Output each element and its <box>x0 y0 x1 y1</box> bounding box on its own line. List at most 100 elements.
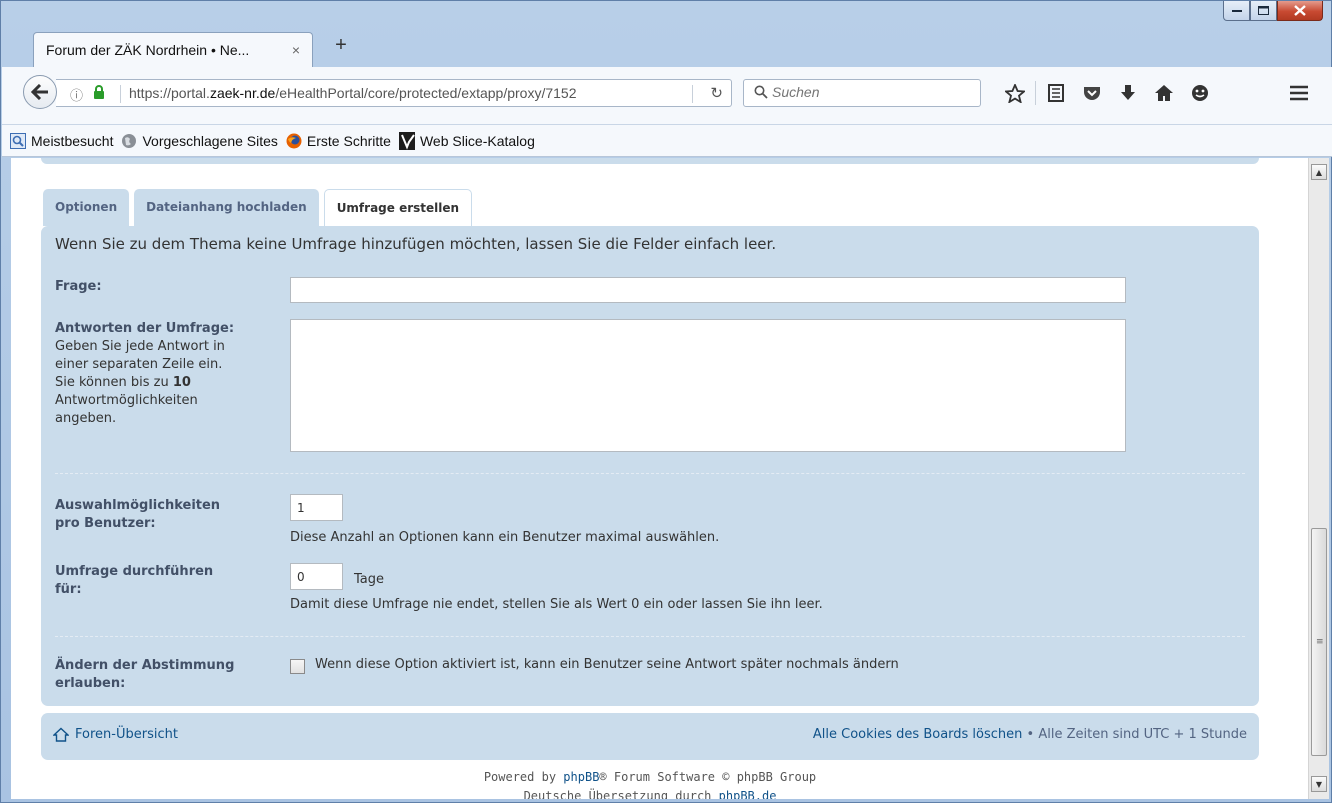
change-vote-checkbox[interactable] <box>290 659 305 674</box>
pocket-icon[interactable] <box>1074 81 1110 105</box>
board-index-link[interactable]: Foren-Übersicht <box>53 727 178 742</box>
globe-icon <box>121 133 137 149</box>
toolbar-icons <box>997 81 1218 105</box>
answers-desc-line: Geben Sie jede Antwort in <box>55 339 225 354</box>
phpbb-link[interactable]: phpBB <box>563 770 599 784</box>
posting-tabs: Optionen Dateianhang hochladen Umfrage e… <box>43 189 473 227</box>
new-tab-button[interactable]: + <box>331 35 351 55</box>
footer-separator: • <box>1022 727 1039 742</box>
browser-tab[interactable]: Forum der ZÄK Nordrhein • Ne... × <box>33 32 313 68</box>
search-bar[interactable] <box>743 79 981 107</box>
bookmark-label: Vorgeschlagene Sites <box>142 132 278 149</box>
bookmarks-menu-icon[interactable] <box>1038 81 1074 105</box>
close-icon <box>1294 5 1306 16</box>
home-icon[interactable] <box>1146 81 1182 105</box>
max-options-hint: Diese Anzahl an Optionen kann ein Benutz… <box>290 530 720 545</box>
url-text[interactable]: https://portal.zaek-nr.de/eHealthPortal/… <box>129 85 577 101</box>
close-window-button[interactable] <box>1277 1 1323 21</box>
change-vote-text: Wenn diese Option aktiviert ist, kann ei… <box>315 657 899 672</box>
page-content: Optionen Dateianhang hochladen Umfrage e… <box>11 158 1309 799</box>
change-vote-label: Ändern der Abstimmung erlauben: <box>55 657 234 693</box>
vertical-scrollbar[interactable]: ▲ ≡ ▼ <box>1308 158 1329 799</box>
tab-create-poll[interactable]: Umfrage erstellen <box>323 189 473 227</box>
bookmark-label: Meistbesucht <box>31 132 114 149</box>
info-icon[interactable]: ⓘ <box>70 85 83 104</box>
change-vote-label-line: erlauben: <box>55 676 126 691</box>
duration-unit: Tage <box>354 572 385 587</box>
poll-intro: Wenn Sie zu dem Thema keine Umfrage hinz… <box>55 235 777 253</box>
question-label: Frage: <box>55 279 102 294</box>
separator-line <box>55 473 1245 474</box>
tab-attachments[interactable]: Dateianhang hochladen <box>134 189 319 226</box>
duration-label: Umfrage durchführen für: <box>55 563 213 599</box>
search-icon <box>754 85 768 103</box>
answers-label-block: Antworten der Umfrage: Geben Sie jede An… <box>55 320 285 428</box>
toolbar-separator <box>1035 81 1036 105</box>
duration-label-line: Umfrage durchführen <box>55 564 214 579</box>
max-options-input[interactable] <box>290 494 343 521</box>
delete-cookies-link[interactable]: Alle Cookies des Boards löschen <box>813 727 1023 742</box>
powered-by-line: Powered by phpBB® Forum Software © phpBB… <box>11 768 1289 787</box>
board-index-label: Foren-Übersicht <box>75 727 178 742</box>
maximize-icon <box>1258 6 1269 15</box>
web-slice-icon <box>398 131 415 150</box>
max-options-label: Auswahlmöglichkeiten pro Benutzer: <box>55 497 220 533</box>
tab-options[interactable]: Optionen <box>43 189 130 226</box>
question-input[interactable] <box>290 277 1126 303</box>
poll-panel: Wenn Sie zu dem Thema keine Umfrage hinz… <box>41 226 1259 706</box>
scrollbar-grip-icon: ≡ <box>1316 637 1324 647</box>
duration-input[interactable] <box>290 563 343 590</box>
powered-text: Powered by <box>483 770 564 784</box>
translation-line: Deutsche Übersetzung durch phpBB.de <box>11 787 1289 799</box>
bookmarks-toolbar: Meistbesucht Vorgeschlagene Sites Erste … <box>2 125 1332 157</box>
scrollbar-thumb[interactable]: ≡ <box>1311 528 1327 756</box>
bookmark-most-visited[interactable]: Meistbesucht <box>10 132 114 149</box>
answers-desc-line: Antwortmöglichkeiten <box>55 393 198 408</box>
url-bar[interactable]: ⓘ https://portal.zaek-nr.de/eHealthPorta… <box>56 79 732 107</box>
answers-description: Geben Sie jede Antwort in einer separate… <box>55 338 285 428</box>
scroll-up-arrow-icon[interactable]: ▲ <box>1311 164 1327 180</box>
powered-text: ® Forum Software © phpBB Group <box>599 770 817 784</box>
hamburger-menu-icon[interactable] <box>1284 81 1314 105</box>
window-controls <box>1223 1 1323 21</box>
answers-desc-line: Sie können bis zu 10 <box>55 374 285 392</box>
back-button[interactable] <box>23 75 57 109</box>
answers-max-count: 10 <box>172 375 191 390</box>
tab-title: Forum der ZÄK Nordrhein • Ne... <box>46 42 250 58</box>
top-panel-edge <box>41 158 1259 164</box>
scroll-down-arrow-icon[interactable]: ▼ <box>1311 776 1327 792</box>
search-input[interactable] <box>772 84 972 100</box>
url-path: /eHealthPortal/core/protected/extapp/pro… <box>275 85 577 101</box>
copyright-footer: Powered by phpBB® Forum Software © phpBB… <box>11 768 1289 799</box>
separator-line <box>55 636 1245 637</box>
hello-chat-icon[interactable] <box>1182 81 1218 105</box>
answers-textarea[interactable] <box>290 319 1126 452</box>
answers-desc-text: Sie können bis zu <box>55 375 173 390</box>
bookmark-suggested-sites[interactable]: Vorgeschlagene Sites <box>121 132 278 149</box>
url-prefix: https://portal. <box>129 85 210 101</box>
duration-label-line: für: <box>55 582 82 597</box>
maximize-button[interactable] <box>1250 1 1277 21</box>
reload-icon[interactable]: ↻ <box>710 84 723 102</box>
footer-right: Alle Cookies des Boards löschen • Alle Z… <box>813 727 1247 742</box>
phpbb-de-link[interactable]: phpBB.de <box>719 789 777 799</box>
timezone-text: Alle Zeiten sind UTC + 1 Stunde <box>1038 727 1247 742</box>
tab-close-icon[interactable]: × <box>292 42 300 58</box>
bookmark-label: Erste Schritte <box>306 132 391 149</box>
url-separator <box>120 85 121 103</box>
minimize-button[interactable] <box>1223 1 1250 21</box>
bookmark-first-steps[interactable]: Erste Schritte <box>286 133 391 149</box>
bookmark-web-slice[interactable]: Web Slice-Katalog <box>398 131 535 150</box>
most-visited-icon <box>10 132 26 149</box>
bookmark-label: Web Slice-Katalog <box>419 132 535 149</box>
footer-navbar: Foren-Übersicht Alle Cookies des Boards … <box>41 713 1259 760</box>
home-icon <box>53 727 69 742</box>
url-domain: zaek-nr.de <box>209 85 276 101</box>
minimize-icon <box>1231 9 1242 12</box>
answers-desc-line: angeben. <box>55 411 117 426</box>
max-options-label-line: pro Benutzer: <box>55 516 156 531</box>
download-icon[interactable] <box>1110 81 1146 105</box>
title-bar <box>1 1 1331 35</box>
bookmark-star-icon[interactable] <box>997 81 1033 105</box>
duration-hint: Damit diese Umfrage nie endet, stellen S… <box>290 597 823 612</box>
